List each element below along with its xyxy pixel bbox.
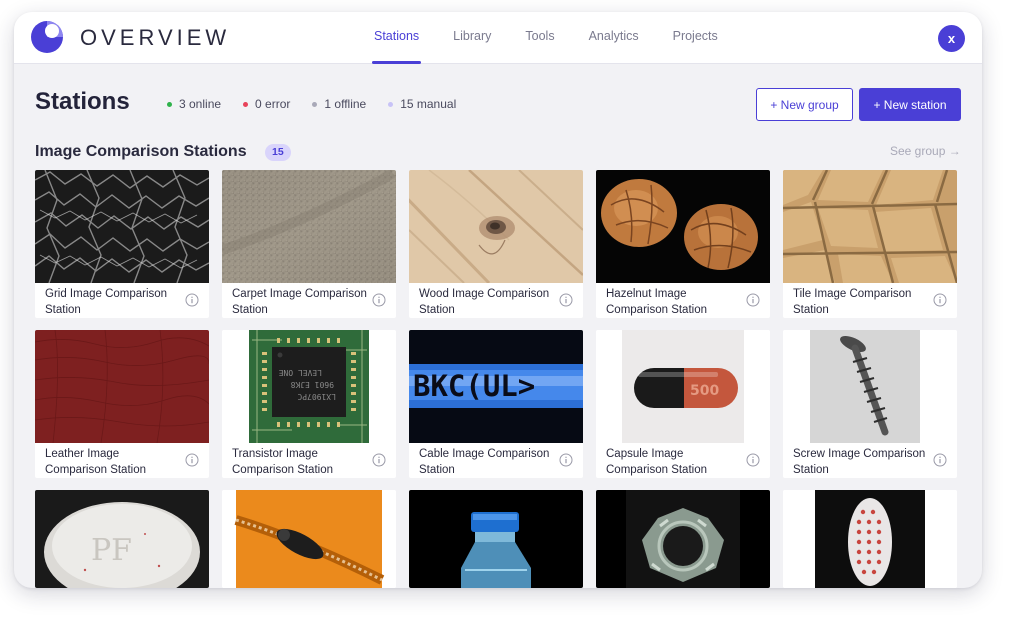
station-card-carpet[interactable]: Carpet Image Comparison Station: [222, 170, 396, 318]
svg-text:LEVEL ONE: LEVEL ONE: [278, 368, 322, 377]
station-status-summary: 3 online 0 error 1 offline 15 manual: [167, 97, 478, 111]
svg-text:LX1907PC: LX1907PC: [297, 392, 336, 401]
svg-text:PF: PF: [91, 533, 132, 568]
station-card-leather[interactable]: Leather Image Comparison Station: [35, 330, 209, 478]
info-icon[interactable]: [372, 453, 386, 467]
grid-texture-image: [35, 170, 209, 283]
user-avatar[interactable]: x: [938, 25, 965, 52]
info-icon[interactable]: [559, 293, 573, 307]
capsule-print-text: 500: [690, 383, 719, 399]
tile-texture-image: [783, 170, 957, 283]
station-card-bottle[interactable]: [409, 490, 583, 588]
toothbrush-image: [783, 490, 957, 588]
page-title: Stations: [35, 88, 130, 115]
main-nav: Stations Library Tools Analytics Project…: [371, 12, 752, 64]
station-card-label: Carpet Image Comparison Station: [232, 288, 367, 316]
cable-print-image: BKC(UL>: [409, 330, 583, 443]
station-count-badge: 15: [265, 144, 291, 161]
nav-tab-tools[interactable]: Tools: [525, 12, 554, 64]
station-card-grid[interactable]: Grid Image Comparison Station: [35, 170, 209, 318]
hazelnut-image: [596, 170, 770, 283]
top-navigation-bar: OVERVIEW Stations Library Tools Analytic…: [14, 12, 982, 64]
overview-logo-icon[interactable]: [30, 20, 64, 54]
status-manual: 15 manual: [388, 97, 456, 111]
circuit-board-image: LX1907PC 9601 EJK8 LEVEL ONE: [222, 330, 396, 443]
svg-text:9601 EJK8: 9601 EJK8: [290, 380, 334, 389]
screw-image: [783, 330, 957, 443]
pill-image: PF: [35, 490, 209, 588]
info-icon[interactable]: [559, 453, 573, 467]
status-error: 0 error: [243, 97, 290, 111]
status-error-label: 0 error: [255, 97, 291, 111]
station-card-label: Wood Image Comparison Station: [419, 288, 550, 316]
info-icon[interactable]: [933, 453, 947, 467]
status-manual-label: 15 manual: [400, 97, 457, 111]
brand-name: OVERVIEW: [80, 25, 231, 50]
capsule-image: 500: [596, 330, 770, 443]
status-online: 3 online: [167, 97, 221, 111]
station-card-transistor[interactable]: LX1907PC 9601 EJK8 LEVEL ONE Transistor …: [222, 330, 396, 478]
cable-print-text: BKC(UL>: [413, 369, 535, 403]
station-card-label: Leather Image Comparison Station: [45, 448, 146, 476]
leather-texture-image: [35, 330, 209, 443]
info-icon[interactable]: [746, 453, 760, 467]
status-dot-error: [243, 101, 249, 107]
zipper-image: [222, 490, 396, 588]
status-dot-manual: [388, 101, 394, 107]
nav-tab-stations[interactable]: Stations: [371, 12, 422, 64]
station-card-zipper[interactable]: [222, 490, 396, 588]
app-window: OVERVIEW Stations Library Tools Analytic…: [14, 12, 982, 588]
station-card-label: Capsule Image Comparison Station: [606, 448, 707, 476]
info-icon[interactable]: [746, 293, 760, 307]
status-offline-label: 1 offline: [324, 97, 367, 111]
carpet-texture-image: [222, 170, 396, 283]
nav-tab-library[interactable]: Library: [453, 12, 491, 64]
wood-texture-image: [409, 170, 583, 283]
station-card-pill[interactable]: PF: [35, 490, 209, 588]
nav-tab-projects[interactable]: Projects: [673, 12, 718, 64]
station-card-label: Screw Image Comparison Station: [793, 448, 926, 476]
station-card-label: Grid Image Comparison Station: [45, 288, 168, 316]
nav-tab-analytics[interactable]: Analytics: [589, 12, 639, 64]
station-card-capsule[interactable]: 500 Capsule Image Comparison Station: [596, 330, 770, 478]
new-station-button[interactable]: + New station: [859, 88, 961, 121]
station-card-cable[interactable]: BKC(UL> Cable Image Comparison Station: [409, 330, 583, 478]
info-icon[interactable]: [185, 453, 199, 467]
metal-nut-image: [596, 490, 770, 588]
station-card-screw[interactable]: Screw Image Comparison Station: [783, 330, 957, 478]
status-offline: 1 offline: [312, 97, 366, 111]
bottle-image: [409, 490, 583, 588]
status-dot-offline: [312, 101, 318, 107]
station-card-metal-nut[interactable]: [596, 490, 770, 588]
section-title: Image Comparison Stations: [35, 143, 247, 160]
station-card-tile[interactable]: Tile Image Comparison Station: [783, 170, 957, 318]
station-card-label: Cable Image Comparison Station: [419, 448, 550, 476]
station-card-wood[interactable]: Wood Image Comparison Station: [409, 170, 583, 318]
station-card-hazelnut[interactable]: Hazelnut Image Comparison Station: [596, 170, 770, 318]
station-card-label: Hazelnut Image Comparison Station: [606, 288, 707, 316]
new-group-button[interactable]: + New group: [756, 88, 853, 121]
status-dot-online: [167, 101, 172, 107]
info-icon[interactable]: [933, 293, 947, 307]
station-card-toothbrush[interactable]: [783, 490, 957, 588]
see-group-link[interactable]: See group →: [890, 144, 961, 158]
station-card-label: Transistor Image Comparison Station: [232, 448, 333, 476]
status-online-label: 3 online: [179, 97, 222, 111]
info-icon[interactable]: [185, 293, 199, 307]
station-card-label: Tile Image Comparison Station: [793, 288, 912, 316]
info-icon[interactable]: [372, 293, 386, 307]
